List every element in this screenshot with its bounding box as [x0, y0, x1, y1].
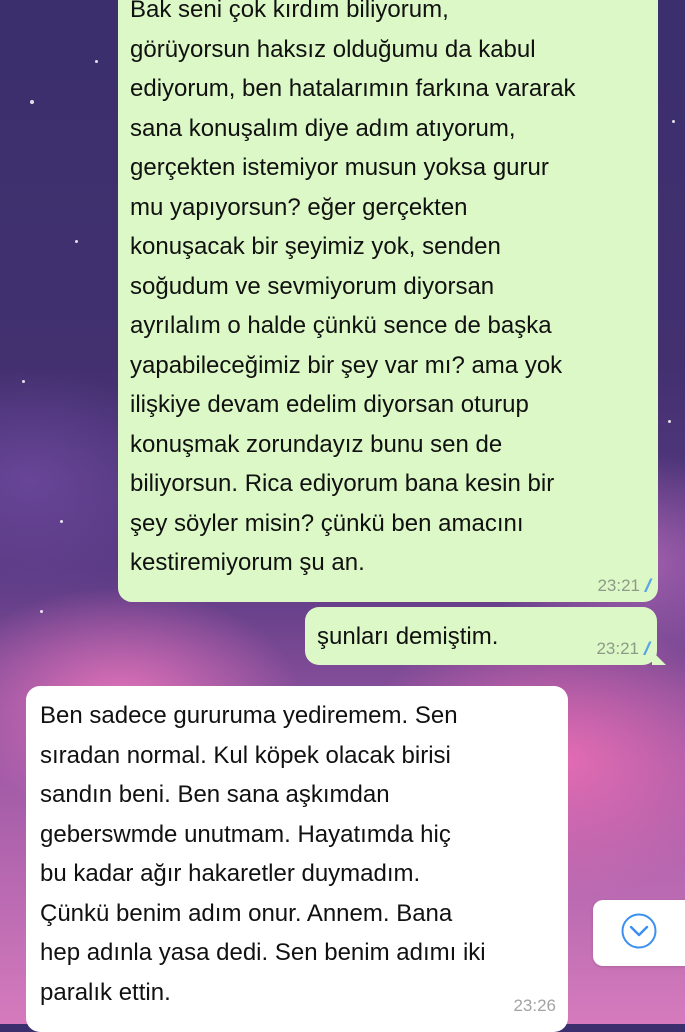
star-decoration: [75, 240, 78, 243]
chevron-down-circle-icon: [620, 912, 658, 955]
star-decoration: [22, 380, 25, 383]
star-decoration: [40, 610, 43, 613]
message-bubble-outgoing[interactable]: şunları demiştim. 23:21 //: [305, 607, 666, 665]
message-text: Ben sadece gururuma yediremem. Sen sırad…: [40, 702, 486, 1006]
star-decoration: [95, 60, 98, 63]
message-time: 23:21: [596, 639, 639, 658]
message-time: 23:21: [597, 576, 640, 595]
message-meta: 23:21 //: [597, 576, 652, 596]
star-decoration: [30, 100, 34, 104]
message-bubble-incoming[interactable]: Ben sadece gururuma yediremem. Sen sırad…: [26, 686, 568, 1032]
message-bubble-outgoing[interactable]: Bak seni çok kırdım biliyorum, görüyorsu…: [118, 0, 658, 602]
star-decoration: [60, 520, 63, 523]
star-decoration: [672, 120, 675, 123]
message-meta: 23:21 //: [596, 639, 651, 659]
scroll-to-bottom-button[interactable]: [593, 900, 685, 966]
star-decoration: [668, 420, 671, 423]
message-time: 23:26: [513, 996, 556, 1015]
message-meta: 23:26: [513, 996, 556, 1016]
message-text: Bak seni çok kırdım biliyorum, görüyorsu…: [130, 0, 576, 576]
